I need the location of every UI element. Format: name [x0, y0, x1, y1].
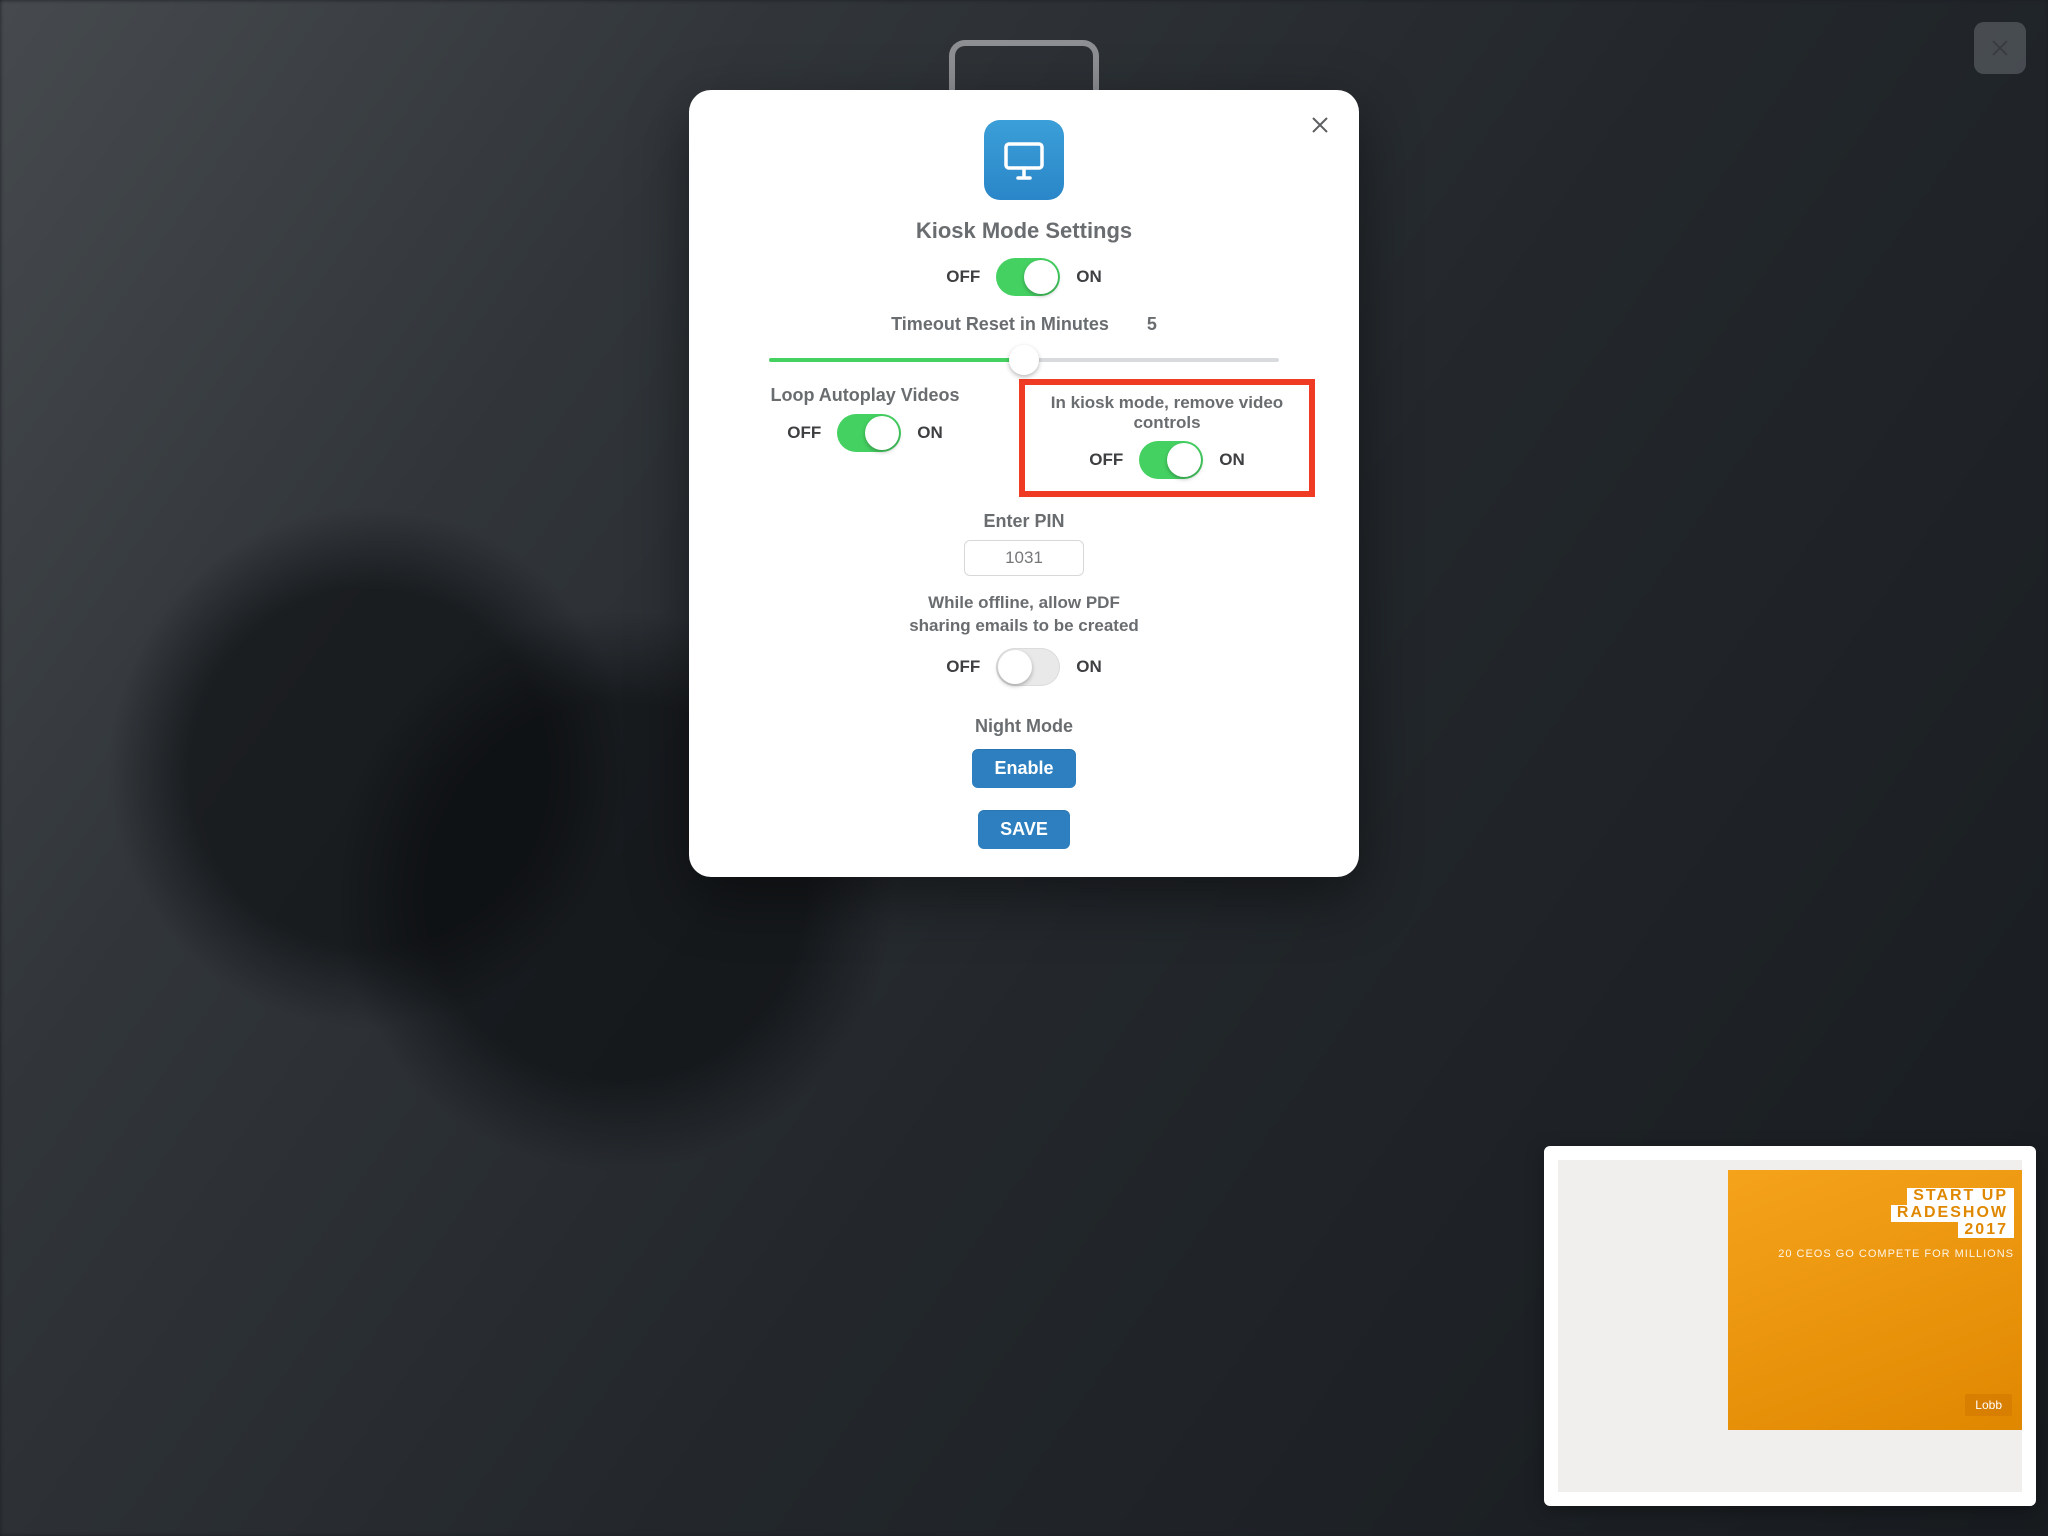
modal-title: Kiosk Mode Settings — [729, 218, 1319, 244]
loop-videos-label: Loop Autoplay Videos — [733, 385, 997, 406]
timeout-slider[interactable] — [769, 345, 1279, 375]
timeout-slider-section: Timeout Reset in Minutes 5 — [769, 314, 1279, 375]
pin-label: Enter PIN — [729, 511, 1319, 532]
night-mode-title: Night Mode — [729, 716, 1319, 737]
monitor-icon — [1000, 136, 1048, 184]
pin-input[interactable] — [964, 540, 1084, 576]
timeout-label: Timeout Reset in Minutes — [891, 314, 1109, 335]
toggle-off-label: OFF — [946, 267, 980, 287]
offline-pdf-toggle[interactable] — [996, 648, 1060, 686]
kiosk-mode-toggle[interactable] — [996, 258, 1060, 296]
timeout-value: 5 — [1147, 314, 1157, 335]
kiosk-app-icon — [984, 120, 1064, 200]
remove-video-controls-section: In kiosk mode, remove video controls OFF… — [1019, 379, 1315, 497]
toggle-off-label: OFF — [946, 657, 980, 677]
promo-line3: 2017 — [1958, 1222, 2014, 1239]
offline-pdf-label: While offline, allow PDF sharing emails … — [729, 592, 1319, 638]
kiosk-settings-modal: Kiosk Mode Settings OFF ON Timeout Reset… — [689, 90, 1359, 877]
close-icon — [1988, 36, 2012, 60]
night-mode-enable-button[interactable]: Enable — [972, 749, 1075, 788]
toggle-on-label: ON — [917, 423, 943, 443]
remove-controls-label: In kiosk mode, remove video controls — [1035, 393, 1299, 433]
save-button[interactable]: SAVE — [978, 810, 1070, 849]
offline-pdf-label-line2: sharing emails to be created — [909, 616, 1139, 635]
loop-videos-section: Loop Autoplay Videos OFF ON — [733, 385, 997, 452]
toggle-on-label: ON — [1076, 267, 1102, 287]
toggle-on-label: ON — [1219, 450, 1245, 470]
slider-thumb[interactable] — [1009, 345, 1039, 375]
remove-controls-toggle[interactable] — [1139, 441, 1203, 479]
promo-subtext: 20 CEOS GO COMPETE FOR MILLIONS — [1742, 1248, 2014, 1260]
slider-fill — [769, 358, 1024, 362]
toggle-off-label: OFF — [787, 423, 821, 443]
promo-card: START UP RADESHOW 2017 20 CEOS GO COMPET… — [1728, 1170, 2028, 1430]
offline-pdf-label-line1: While offline, allow PDF — [928, 593, 1120, 612]
toggle-off-label: OFF — [1089, 450, 1123, 470]
kiosk-mode-toggle-row: OFF ON — [729, 258, 1319, 296]
background-tablet-mock: START UP RADESHOW 2017 20 CEOS GO COMPET… — [1544, 1146, 2036, 1506]
promo-line1: START UP — [1907, 1188, 2014, 1205]
promo-line2: RADESHOW — [1891, 1205, 2014, 1222]
promo-chip: Lobb — [1965, 1394, 2012, 1416]
modal-close-button[interactable] — [1305, 110, 1335, 140]
loop-videos-toggle[interactable] — [837, 414, 901, 452]
page-close-button[interactable] — [1974, 22, 2026, 74]
offline-pdf-toggle-row: OFF ON — [729, 648, 1319, 686]
toggle-on-label: ON — [1076, 657, 1102, 677]
close-icon — [1308, 113, 1332, 137]
